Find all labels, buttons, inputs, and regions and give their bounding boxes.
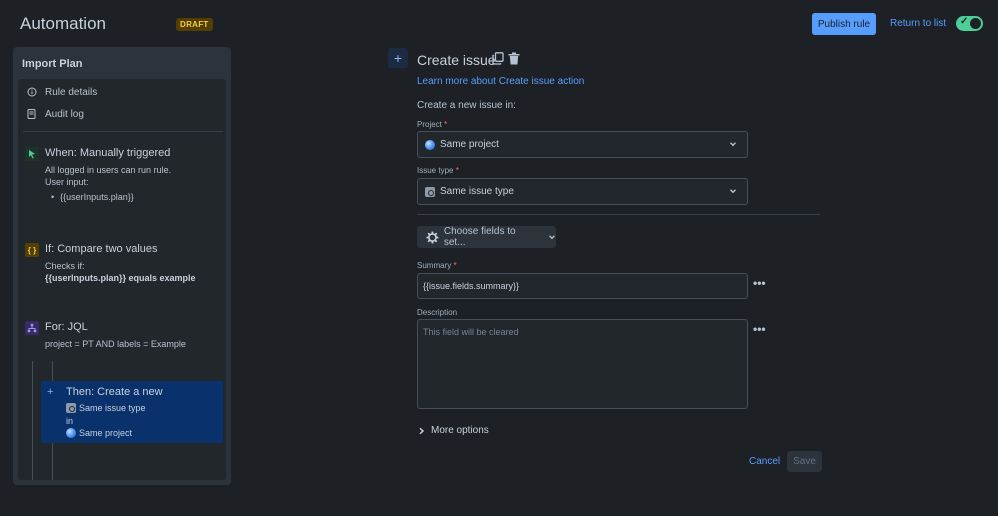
project-select[interactable]: Same project — [417, 131, 748, 158]
top-bar: Automation DRAFT Publish rule Return to … — [0, 0, 998, 48]
more-options-label: More options — [431, 425, 489, 436]
action-create-issue[interactable]: + Then: Create a new Same issue type in … — [41, 381, 223, 443]
publish-rule-button[interactable]: Publish rule — [812, 13, 876, 35]
sidebar-item-rule-details[interactable]: Rule details — [26, 83, 97, 101]
sidebar-item-label: Audit log — [45, 108, 84, 120]
choose-fields-button[interactable]: Choose fields to set... — [417, 226, 556, 248]
save-button[interactable]: Save — [787, 451, 822, 472]
return-to-list-link[interactable]: Return to list — [890, 18, 946, 29]
description-more-icon[interactable]: ••• — [753, 322, 766, 336]
chevron-down-icon — [730, 142, 736, 147]
action-in-label: in — [66, 416, 74, 426]
condition-checks-label: Checks if: — [45, 261, 85, 271]
trigger-description: All logged in users can run rule. — [45, 165, 172, 175]
learn-more-link[interactable]: Learn more about Create issue action — [417, 76, 584, 87]
page-title: Create issue — [417, 52, 496, 68]
action-title: Then: Create a new — [66, 386, 163, 398]
draft-badge: DRAFT — [176, 18, 213, 31]
gear-icon — [426, 231, 439, 243]
copy-icon[interactable] — [492, 52, 504, 65]
plus-icon: + — [47, 386, 54, 398]
bullet-icon: • — [51, 192, 55, 202]
branch-icon — [25, 321, 39, 335]
choose-fields-label: Choose fields to set... — [443, 226, 516, 248]
check-icon: ✓ — [960, 16, 969, 27]
trash-icon[interactable] — [508, 52, 520, 65]
project-globe-icon — [425, 139, 435, 150]
sidebar-item-label: Rule details — [45, 86, 98, 98]
project-field-label: Project * — [417, 120, 447, 129]
flow-connector — [32, 361, 33, 480]
action-project-label: Same project — [79, 428, 133, 438]
description-label-text: Description — [417, 308, 458, 317]
condition-title: If: Compare two values — [45, 243, 158, 255]
branch-jql: project = PT AND labels = Example — [45, 339, 186, 349]
project-select-value: Same project — [440, 139, 499, 150]
sidebar-divider — [23, 131, 223, 132]
branch-connector — [52, 443, 53, 480]
action-issue-type-label: Same issue type — [79, 403, 146, 413]
trigger-component[interactable]: When: Manually triggered All logged in u… — [25, 147, 220, 207]
action-project: Same project — [66, 428, 132, 438]
summary-more-icon[interactable]: ••• — [753, 276, 766, 290]
user-input-variable: {{userInputs.plan}} — [60, 192, 134, 202]
more-options-toggle[interactable]: More options — [418, 425, 489, 436]
branch-connector — [52, 361, 53, 381]
description-field-label: Description — [417, 308, 457, 317]
add-component-button[interactable]: + — [388, 48, 408, 68]
issue-type-icon — [66, 403, 76, 413]
cancel-button[interactable]: Cancel — [749, 456, 780, 467]
branch-title: For: JQL — [45, 321, 88, 333]
issue-type-select[interactable]: Same issue type — [417, 178, 748, 205]
rule-sidebar: Import Plan Rule details Audit log When:… — [13, 47, 231, 485]
issue-type-field-label: Issue type * — [417, 166, 459, 175]
curly-braces-icon: { } — [25, 243, 39, 257]
required-marker: * — [453, 261, 457, 270]
toggle-knob — [970, 18, 981, 29]
app-title: Automation — [20, 14, 106, 33]
trigger-user-input-item: • {{userInputs.plan}} — [51, 192, 134, 202]
trigger-title: When: Manually triggered — [45, 147, 171, 159]
project-globe-icon — [66, 428, 76, 438]
issue-type-select-value: Same issue type — [440, 186, 514, 197]
condition-expression: {{userInputs.plan}} equals example — [45, 273, 196, 283]
required-marker: * — [444, 120, 448, 129]
summary-label-text: Summary — [417, 261, 452, 270]
chevron-right-icon — [419, 427, 425, 434]
rule-flow-panel: Rule details Audit log When: Manually tr… — [18, 79, 226, 480]
create-in-label: Create a new issue in: — [417, 100, 516, 111]
branch-component[interactable]: For: JQL project = PT AND labels = Examp… — [25, 321, 220, 351]
required-marker: * — [455, 166, 459, 175]
chevron-down-icon — [730, 189, 736, 194]
summary-input[interactable] — [417, 273, 748, 299]
document-icon — [26, 109, 37, 120]
chevron-down-icon — [549, 235, 556, 240]
manual-trigger-icon — [25, 147, 39, 161]
summary-field-label: Summary * — [417, 261, 457, 270]
issue-type-icon — [425, 186, 435, 197]
sidebar-item-audit-log[interactable]: Audit log — [26, 105, 84, 123]
project-label-text: Project — [417, 120, 442, 129]
condition-component[interactable]: { } If: Compare two values Checks if: {{… — [25, 243, 220, 285]
info-icon — [26, 87, 37, 98]
issue-type-label-text: Issue type — [417, 166, 454, 175]
action-issue-type: Same issue type — [66, 403, 146, 413]
rule-name: Import Plan — [22, 58, 83, 70]
rule-enabled-toggle[interactable]: ✓ — [956, 16, 983, 31]
description-textarea[interactable] — [417, 319, 748, 409]
trigger-user-input-label: User input: — [45, 177, 89, 187]
section-divider — [417, 214, 820, 215]
